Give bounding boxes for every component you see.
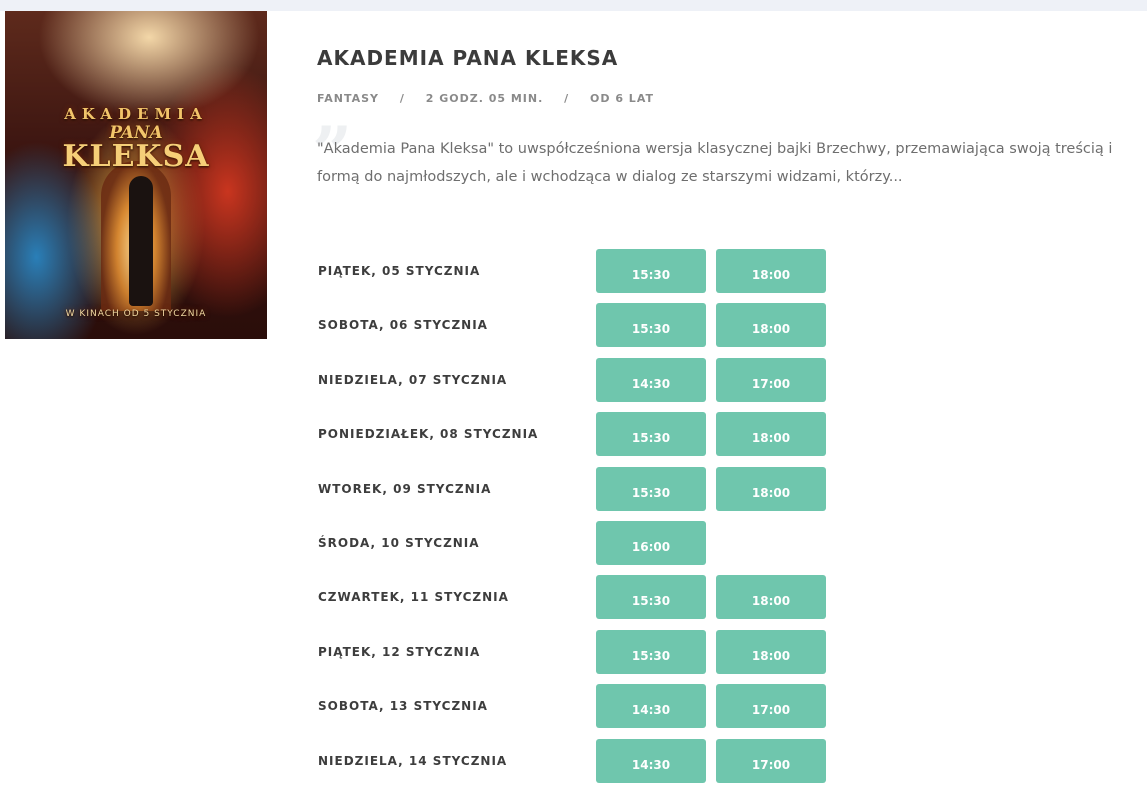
showtime-button[interactable]: 14:30 xyxy=(596,358,706,402)
showtime-row: WTOREK, 09 STYCZNIA 15:30 18:00 xyxy=(0,467,1147,512)
movie-age-rating: OD 6 LAT xyxy=(590,92,654,105)
movie-meta: FANTASY / 2 GODZ. 05 MIN. / OD 6 LAT xyxy=(317,92,654,105)
poster-title-line3: KLEKSA xyxy=(62,139,210,174)
showtime-day-label: ŚRODA, 10 STYCZNIA xyxy=(318,536,480,550)
showtime-button[interactable]: 18:00 xyxy=(716,630,826,674)
showtime-row: PONIEDZIAŁEK, 08 STYCZNIA 15:30 18:00 xyxy=(0,412,1147,457)
movie-genre: FANTASY xyxy=(317,92,380,105)
movie-title[interactable]: AKADEMIA PANA KLEKSA xyxy=(317,46,618,70)
showtime-button[interactable]: 15:30 xyxy=(596,303,706,347)
showtime-button[interactable]: 15:30 xyxy=(596,249,706,293)
showtime-button[interactable]: 14:30 xyxy=(596,684,706,728)
showtime-day-label: PONIEDZIAŁEK, 08 STYCZNIA xyxy=(318,427,539,441)
poster-title-line1: AKADEMIA xyxy=(64,105,208,123)
showtime-row: PIĄTEK, 05 STYCZNIA 15:30 18:00 xyxy=(0,249,1147,294)
showtime-row: PIĄTEK, 12 STYCZNIA 15:30 18:00 xyxy=(0,630,1147,675)
showtime-row: ŚRODA, 10 STYCZNIA 16:00 xyxy=(0,521,1147,566)
showtime-button[interactable]: 15:30 xyxy=(596,575,706,619)
showtime-row: NIEDZIELA, 07 STYCZNIA 14:30 17:00 xyxy=(0,358,1147,403)
showtime-day-label: NIEDZIELA, 07 STYCZNIA xyxy=(318,373,508,387)
showtime-day-label: PIĄTEK, 05 STYCZNIA xyxy=(318,264,481,278)
showtime-day-label: WTOREK, 09 STYCZNIA xyxy=(318,482,492,496)
showtime-button[interactable]: 15:30 xyxy=(596,630,706,674)
showtime-button[interactable]: 18:00 xyxy=(716,412,826,456)
showtime-day-label: SOBOTA, 13 STYCZNIA xyxy=(318,699,488,713)
showtime-button[interactable]: 15:30 xyxy=(596,467,706,511)
showtime-day-label: NIEDZIELA, 14 STYCZNIA xyxy=(318,754,508,768)
showtime-row: SOBOTA, 06 STYCZNIA 15:30 18:00 xyxy=(0,303,1147,348)
showtime-button[interactable]: 16:00 xyxy=(596,521,706,565)
showtime-button[interactable]: 17:00 xyxy=(716,358,826,402)
movie-duration: 2 GODZ. 05 MIN. xyxy=(425,92,544,105)
showtime-button[interactable]: 18:00 xyxy=(716,467,826,511)
showtime-day-label: CZWARTEK, 11 STYCZNIA xyxy=(318,590,509,604)
showtime-button[interactable]: 18:00 xyxy=(716,303,826,347)
showtime-button[interactable]: 18:00 xyxy=(716,249,826,293)
movie-description: "Akademia Pana Kleksa" to uwspółcześnion… xyxy=(317,141,1113,185)
showtime-row: NIEDZIELA, 14 STYCZNIA 14:30 17:00 xyxy=(0,739,1147,784)
meta-separator: / xyxy=(564,92,570,105)
showtime-button[interactable]: 15:30 xyxy=(596,412,706,456)
showtime-button[interactable]: 14:30 xyxy=(596,739,706,783)
showtime-row: CZWARTEK, 11 STYCZNIA 15:30 18:00 xyxy=(0,575,1147,620)
showtime-button[interactable]: 18:00 xyxy=(716,575,826,619)
showtime-button[interactable]: 17:00 xyxy=(716,684,826,728)
showtime-row: SOBOTA, 13 STYCZNIA 14:30 17:00 xyxy=(0,684,1147,729)
showtime-day-label: SOBOTA, 06 STYCZNIA xyxy=(318,318,488,332)
meta-separator: / xyxy=(399,92,405,105)
showtime-day-label: PIĄTEK, 12 STYCZNIA xyxy=(318,645,481,659)
showtime-button[interactable]: 17:00 xyxy=(716,739,826,783)
